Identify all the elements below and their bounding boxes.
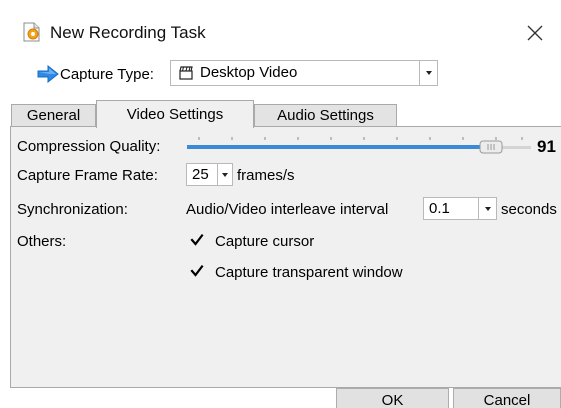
frame-rate-value: 25: [192, 166, 209, 183]
ok-button[interactable]: OK: [336, 388, 449, 408]
capture-transparent-window-checkbox[interactable]: [190, 264, 204, 278]
chevron-down-icon[interactable]: [217, 164, 232, 185]
cancel-button[interactable]: Cancel: [453, 388, 561, 408]
interleave-interval-label: Audio/Video interleave interval: [186, 201, 389, 218]
window-title: New Recording Task: [50, 23, 206, 42]
capture-cursor-checkbox[interactable]: [190, 233, 204, 247]
synchronization-label: Synchronization:: [17, 201, 128, 218]
video-settings-panel: [10, 126, 561, 388]
others-label: Others:: [17, 233, 67, 250]
capture-cursor-label: Capture cursor: [215, 233, 315, 250]
recording-task-dialog: New Recording Task Capture Type: Desktop…: [0, 0, 561, 408]
tab-audio-settings[interactable]: Audio Settings: [254, 104, 397, 127]
tab-video-settings[interactable]: Video Settings: [96, 100, 254, 128]
chevron-down-icon[interactable]: [478, 198, 496, 219]
document-icon: [23, 22, 40, 42]
title-bar: New Recording Task: [0, 0, 561, 56]
tab-general[interactable]: General: [11, 104, 96, 127]
close-icon[interactable]: [522, 20, 548, 46]
compression-quality-slider[interactable]: [187, 135, 531, 157]
capture-transparent-window-label: Capture transparent window: [215, 264, 403, 281]
frame-rate-unit: frames/s: [237, 167, 295, 184]
capture-type-label: Capture Type:: [60, 66, 154, 83]
compression-quality-value: 91: [537, 137, 556, 156]
frame-rate-label: Capture Frame Rate:: [17, 167, 158, 184]
compression-quality-label: Compression Quality:: [17, 138, 161, 155]
capture-type-select[interactable]: Desktop Video: [170, 60, 438, 86]
arrow-right-icon: [37, 65, 59, 83]
capture-type-value: Desktop Video: [200, 64, 298, 81]
interleave-interval-unit: seconds: [501, 201, 557, 218]
clapperboard-icon: [179, 66, 193, 80]
chevron-down-icon[interactable]: [419, 61, 437, 85]
frame-rate-select[interactable]: 25: [186, 163, 233, 186]
capture-type-row: Capture Type: Desktop Video: [0, 56, 561, 96]
interleave-interval-select[interactable]: 0.1: [423, 197, 497, 220]
interleave-interval-value: 0.1: [429, 200, 450, 217]
